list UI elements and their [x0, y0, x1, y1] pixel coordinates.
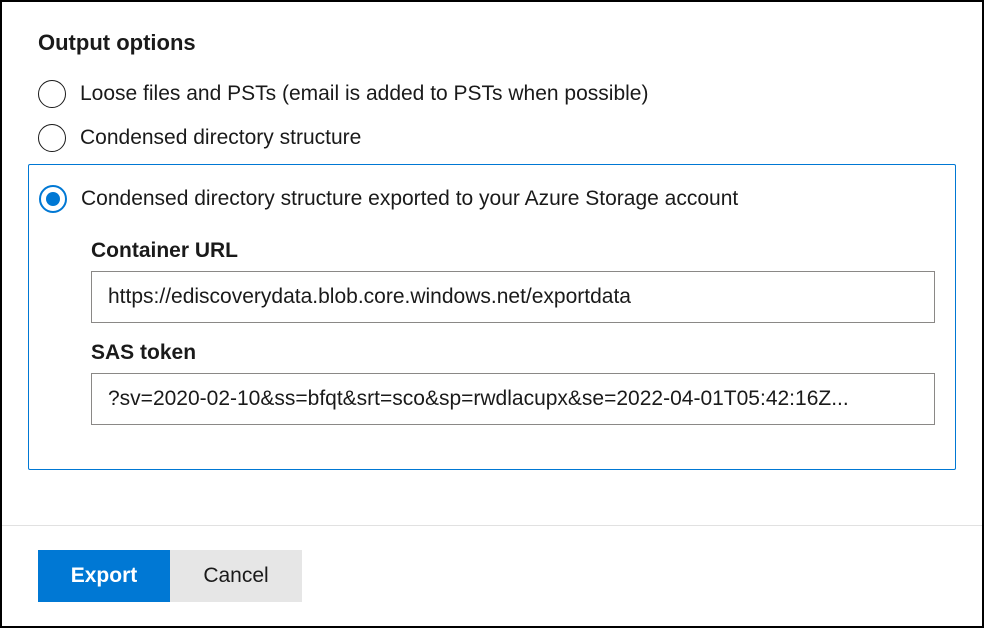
radio-selected-icon — [39, 185, 67, 213]
radio-option-condensed-azure[interactable]: Condensed directory structure exported t… — [39, 177, 945, 221]
export-button[interactable]: Export — [38, 550, 170, 602]
container-url-label: Container URL — [91, 239, 935, 263]
radio-unselected-icon — [38, 80, 66, 108]
section-title: Output options — [38, 30, 946, 56]
selected-option-panel: Condensed directory structure exported t… — [28, 164, 956, 470]
sas-token-input[interactable] — [91, 373, 935, 425]
dialog-footer: Export Cancel — [2, 525, 982, 626]
radio-label: Condensed directory structure — [80, 126, 361, 150]
output-options-section: Output options Loose files and PSTs (ema… — [2, 2, 982, 470]
container-url-field-group: Container URL — [91, 239, 935, 323]
azure-fields: Container URL SAS token — [91, 239, 935, 425]
radio-option-condensed[interactable]: Condensed directory structure — [38, 116, 946, 160]
container-url-input[interactable] — [91, 271, 935, 323]
sas-token-label: SAS token — [91, 341, 935, 365]
cancel-button[interactable]: Cancel — [170, 550, 302, 602]
radio-option-loose-files[interactable]: Loose files and PSTs (email is added to … — [38, 72, 946, 116]
sas-token-field-group: SAS token — [91, 341, 935, 425]
radio-dot-icon — [46, 192, 60, 206]
radio-label: Loose files and PSTs (email is added to … — [80, 82, 648, 106]
radio-label: Condensed directory structure exported t… — [81, 187, 738, 211]
radio-unselected-icon — [38, 124, 66, 152]
